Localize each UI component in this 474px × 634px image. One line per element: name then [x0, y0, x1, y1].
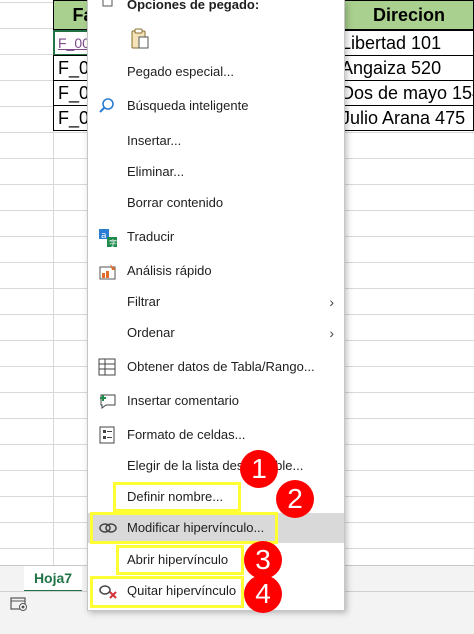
menu-label: Análisis rápido — [127, 263, 212, 278]
menu-item-sort[interactable]: Ordenar › — [88, 318, 344, 348]
menu-item-quick-analysis[interactable]: Análisis rápido — [88, 256, 344, 286]
menu-label: Formato de celdas... — [127, 427, 246, 442]
menu-label: Insertar comentario — [127, 393, 239, 408]
format-cells-icon — [98, 426, 116, 444]
translate-icon: a字 — [98, 228, 117, 248]
paste-options-title: Opciones de pegado: — [127, 0, 260, 12]
badge-number: 1 — [251, 453, 267, 484]
table-icon — [98, 358, 116, 376]
search-icon — [98, 97, 116, 115]
chevron-right-icon: › — [329, 294, 334, 310]
menu-label: Insertar... — [127, 133, 182, 148]
highlight-box-remove-hyperlink — [90, 576, 244, 608]
highlight-box-define-name — [113, 482, 241, 512]
cell-address[interactable]: Julio Arana 475 — [336, 105, 474, 131]
macro-recorder-icon[interactable] — [10, 596, 28, 617]
menu-label: Pegado especial... — [127, 64, 234, 79]
menu-item-insert-comment[interactable]: Insertar comentario — [88, 386, 344, 416]
menu-item-delete[interactable]: Eliminar... — [88, 157, 344, 187]
paste-clipboard-icon[interactable] — [130, 28, 150, 55]
sheet-tab-label: Hoja7 — [33, 570, 73, 586]
comment-icon — [98, 392, 116, 410]
menu-item-format-cells[interactable]: Formato de celdas... — [88, 420, 344, 450]
menu-label: Filtrar — [127, 294, 161, 309]
badge-number: 3 — [255, 544, 271, 575]
menu-label: Eliminar... — [127, 164, 185, 179]
sheet-tab-hoja7[interactable]: Hoja7 — [24, 566, 82, 593]
step-badge-2: 2 — [276, 480, 314, 518]
highlight-box-edit-hyperlink — [90, 512, 278, 544]
chevron-right-icon: › — [329, 325, 334, 341]
paste-icon[interactable] — [102, 0, 114, 12]
badge-number: 4 — [255, 578, 271, 609]
menu-label: Traducir — [127, 229, 175, 244]
menu-label: Búsqueda inteligente — [127, 98, 249, 113]
header-cell-address[interactable]: Direcion — [336, 0, 474, 30]
step-badge-1: 1 — [240, 450, 278, 488]
menu-item-get-data-table-range[interactable]: Obtener datos de Tabla/Rango... — [88, 352, 344, 382]
menu-item-clear-contents[interactable]: Borrar contenido — [88, 188, 344, 218]
menu-label: Obtener datos de Tabla/Rango... — [127, 359, 315, 374]
menu-item-filter[interactable]: Filtrar › — [88, 287, 344, 317]
cell-address[interactable]: Dos de mayo 154 — [336, 80, 474, 106]
quick-analysis-icon — [98, 262, 116, 280]
svg-text:a: a — [101, 231, 107, 241]
step-badge-3: 3 — [244, 541, 282, 579]
cell-address[interactable]: Libertad 101 — [336, 30, 474, 56]
cell-address[interactable]: Angaiza 520 — [336, 55, 474, 81]
step-badge-4: 4 — [244, 575, 282, 613]
menu-item-smart-lookup[interactable]: Búsqueda inteligente — [88, 91, 344, 121]
menu-item-pick-from-dropdown[interactable]: Elegir de la lista desplegable... — [88, 451, 344, 481]
badge-number: 2 — [287, 483, 303, 514]
menu-item-paste-special[interactable]: Pegado especial... — [88, 57, 344, 87]
svg-text:字: 字 — [109, 238, 117, 248]
menu-label: Ordenar — [127, 325, 175, 340]
header-address-label: Direcion — [373, 4, 446, 25]
menu-item-translate[interactable]: a字 Traducir — [88, 222, 344, 252]
menu-label: Borrar contenido — [127, 195, 224, 210]
menu-item-insert[interactable]: Insertar... — [88, 126, 344, 156]
highlight-box-open-hyperlink — [116, 545, 244, 575]
